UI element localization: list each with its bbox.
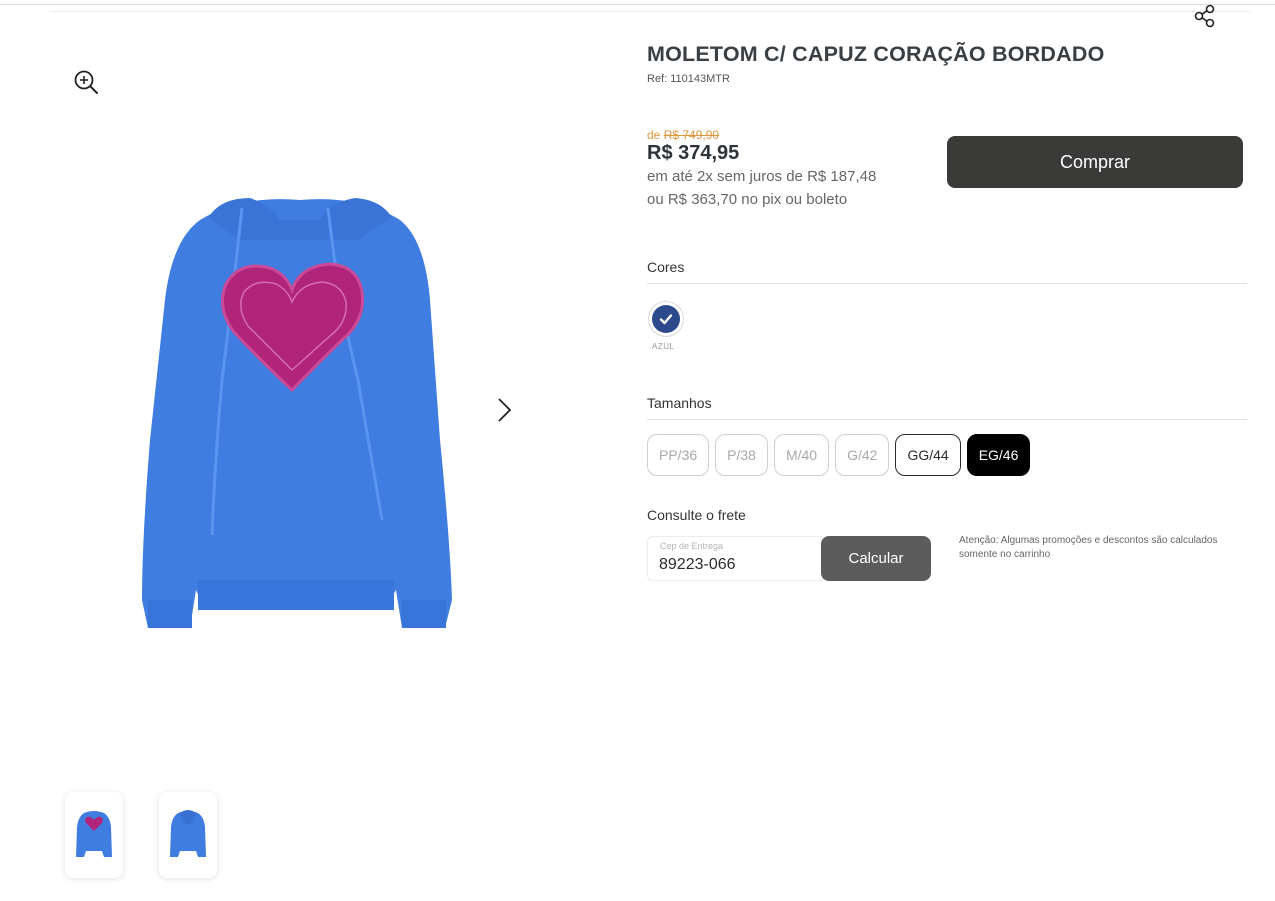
size-option-m40[interactable]: M/40 <box>773 434 830 476</box>
size-options: PP/36 P/38 M/40 G/42 GG/44 EG/46 <box>647 434 1031 476</box>
product-thumbnail[interactable] <box>159 792 217 878</box>
chevron-right-icon[interactable] <box>492 395 516 425</box>
size-option-pp36[interactable]: PP/36 <box>647 434 710 476</box>
product-main-image <box>120 180 480 640</box>
current-price: R$ 374,95 <box>647 142 740 164</box>
top-divider <box>0 4 1275 5</box>
colors-divider <box>647 283 1247 284</box>
cep-field[interactable]: Cep de Entrega <box>647 536 827 581</box>
color-swatch-azul[interactable] <box>648 301 684 337</box>
buy-button[interactable]: Comprar <box>947 136 1243 188</box>
sizes-divider <box>647 419 1247 420</box>
color-name: AZUL <box>652 342 675 351</box>
pix-price-text: ou R$ 363,70 no pix ou boleto <box>647 191 848 208</box>
old-price-line: de R$ 749,90 <box>647 128 719 142</box>
header-divider <box>50 11 1250 12</box>
sizes-label: Tamanhos <box>647 395 712 411</box>
product-title: MOLETOM C/ CAPUZ CORAÇÃO BORDADO <box>647 42 1105 66</box>
colors-label: Cores <box>647 259 685 275</box>
product-ref: Ref: 110143MTR <box>647 73 730 85</box>
zoom-in-icon[interactable] <box>72 68 100 96</box>
check-icon <box>659 314 673 325</box>
old-price-prefix: de <box>647 128 661 142</box>
cep-field-label: Cep de Entrega <box>660 541 724 551</box>
size-option-eg46[interactable]: EG/46 <box>966 434 1031 476</box>
promo-notice: Atenção: Algumas promoções e descontos s… <box>959 535 1218 560</box>
cep-input[interactable] <box>659 556 819 574</box>
shipping-label: Consulte o frete <box>647 507 746 523</box>
product-thumbnail[interactable] <box>65 792 123 878</box>
size-option-g42[interactable]: G/42 <box>835 434 890 476</box>
calculate-shipping-button[interactable]: Calcular <box>821 536 931 581</box>
size-option-gg44[interactable]: GG/44 <box>895 434 961 476</box>
installments-text: em até 2x sem juros de R$ 187,48 <box>647 168 877 185</box>
old-price: R$ 749,90 <box>663 128 720 142</box>
size-option-p38[interactable]: P/38 <box>715 434 768 476</box>
share-icon[interactable] <box>1192 3 1218 29</box>
color-fill <box>652 305 680 333</box>
